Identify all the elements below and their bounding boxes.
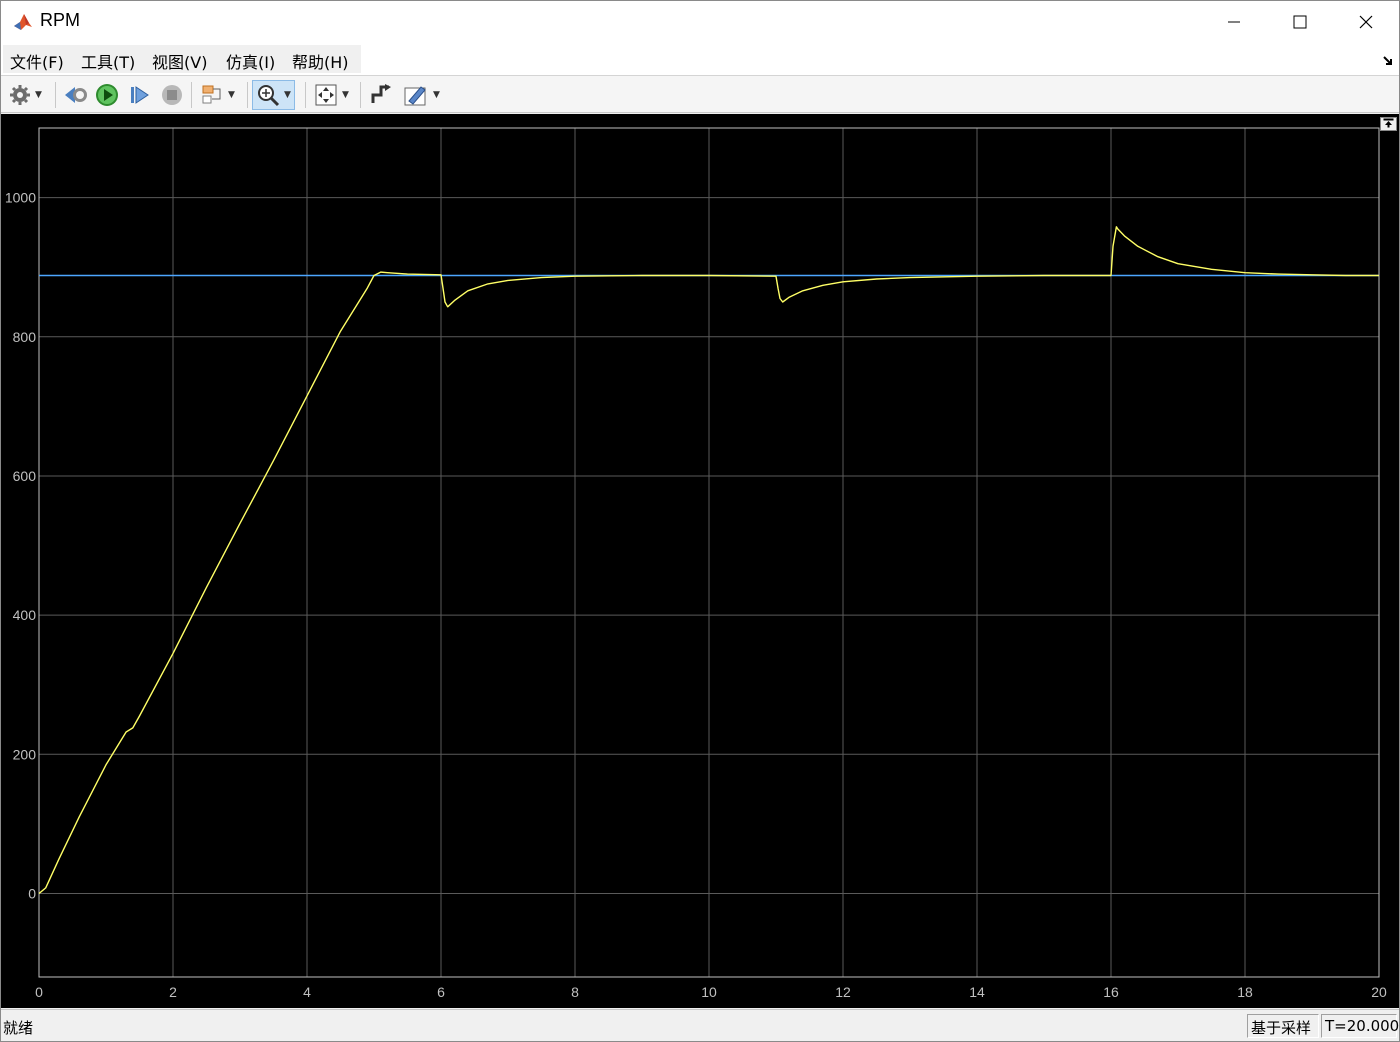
settings-button[interactable]: ▼ bbox=[9, 81, 42, 109]
x-tick-label: 12 bbox=[835, 984, 851, 1000]
window-title: RPM bbox=[40, 10, 80, 30]
autoscale-icon bbox=[315, 84, 337, 106]
close-button[interactable] bbox=[1333, 1, 1399, 43]
toolbar-divider bbox=[191, 82, 192, 108]
undock-arrow-icon[interactable] bbox=[1382, 55, 1394, 67]
menu-view[interactable]: 视图(V) bbox=[152, 49, 207, 73]
toolbar-divider bbox=[360, 82, 361, 108]
y-tick-label: 200 bbox=[13, 746, 37, 762]
menu-file[interactable]: 文件(F) bbox=[10, 49, 64, 73]
toolbar-divider bbox=[305, 82, 306, 108]
y-tick-label: 800 bbox=[13, 329, 37, 345]
menu-help[interactable]: 帮助(H) bbox=[292, 49, 349, 73]
step-forward-button[interactable] bbox=[128, 81, 152, 109]
run-icon bbox=[96, 84, 118, 106]
maximize-button[interactable] bbox=[1267, 1, 1333, 43]
scope-display[interactable]: 0 2 4 6 8 10 12 14 16 18 20 0 200 400 600 800 1000 bbox=[1, 114, 1399, 1008]
x-tick-label: 10 bbox=[701, 984, 717, 1000]
style-icon bbox=[404, 86, 426, 106]
zoom-button[interactable]: ▼ bbox=[252, 80, 295, 110]
minimize-icon bbox=[1228, 21, 1240, 23]
maximize-icon bbox=[1293, 15, 1307, 29]
y-tick-label: 400 bbox=[13, 607, 37, 623]
signal-select-icon bbox=[202, 85, 221, 104]
style-dropdown-icon[interactable]: ▼ bbox=[433, 90, 440, 100]
matlab-icon bbox=[12, 11, 34, 33]
signal-select-button[interactable]: ▼ bbox=[200, 81, 235, 109]
highlight-block-button[interactable] bbox=[369, 81, 393, 109]
restore-legend-button[interactable] bbox=[1380, 117, 1397, 131]
step-forward-icon bbox=[131, 86, 149, 104]
x-tick-label: 16 bbox=[1103, 984, 1119, 1000]
scope-plot[interactable]: 0 2 4 6 8 10 12 14 16 18 2002004006008001000 bbox=[1, 114, 1399, 1008]
toolbar-divider bbox=[247, 82, 248, 108]
menu-simulation[interactable]: 仿真(I) bbox=[226, 49, 275, 73]
y-tick-label: 0 bbox=[28, 885, 36, 901]
menu-bar: 文件(F) 工具(T) 视图(V) 仿真(I) 帮助(H) bbox=[1, 43, 1399, 75]
y-tick-label: 1000 bbox=[5, 190, 36, 206]
title-bar[interactable]: RPM bbox=[1, 1, 1399, 43]
run-button[interactable] bbox=[95, 81, 119, 109]
plot-background bbox=[1, 114, 1399, 1008]
gear-icon bbox=[10, 85, 30, 105]
y-tick-label: 600 bbox=[13, 468, 37, 484]
autoscale-button[interactable]: ▼ bbox=[314, 81, 349, 109]
step-back-icon bbox=[65, 87, 87, 103]
status-time: T=20.000 bbox=[1321, 1014, 1399, 1038]
step-back-button[interactable] bbox=[63, 81, 89, 109]
x-tick-label: 8 bbox=[571, 984, 579, 1000]
x-tick-label: 20 bbox=[1371, 984, 1387, 1000]
status-bar: 就绪 基于采样 T=20.000 bbox=[1, 1009, 1399, 1041]
settings-dropdown-icon[interactable]: ▼ bbox=[35, 90, 42, 100]
x-tick-label: 6 bbox=[437, 984, 445, 1000]
x-tick-label: 14 bbox=[969, 984, 985, 1000]
toolbar: ▼ ▼ ▼ ▼ ▼ bbox=[1, 75, 1399, 113]
status-sampling-mode: 基于采样 bbox=[1247, 1014, 1319, 1038]
highlight-block-icon bbox=[371, 84, 391, 103]
zoom-dropdown-icon[interactable]: ▼ bbox=[284, 90, 291, 100]
stop-button[interactable] bbox=[160, 81, 184, 109]
menu-tools[interactable]: 工具(T) bbox=[81, 49, 135, 73]
toolbar-divider bbox=[55, 82, 56, 108]
zoom-icon bbox=[258, 85, 280, 107]
close-icon bbox=[1359, 15, 1373, 29]
x-tick-label: 0 bbox=[35, 984, 43, 1000]
minimize-button[interactable] bbox=[1201, 1, 1267, 43]
autoscale-dropdown-icon[interactable]: ▼ bbox=[342, 90, 349, 100]
x-tick-label: 18 bbox=[1237, 984, 1253, 1000]
stop-icon bbox=[162, 85, 182, 105]
x-tick-label: 4 bbox=[303, 984, 311, 1000]
restore-icon bbox=[1383, 118, 1394, 128]
scope-window: RPM 文件(F) 工具(T) 视图(V) 仿真(I) 帮助(H) ▼ ▼ ▼ … bbox=[0, 0, 1400, 1042]
x-tick-label: 2 bbox=[169, 984, 177, 1000]
style-button[interactable]: ▼ bbox=[403, 81, 440, 109]
status-ready: 就绪 bbox=[3, 1019, 34, 1037]
signal-select-dropdown-icon[interactable]: ▼ bbox=[228, 90, 235, 100]
